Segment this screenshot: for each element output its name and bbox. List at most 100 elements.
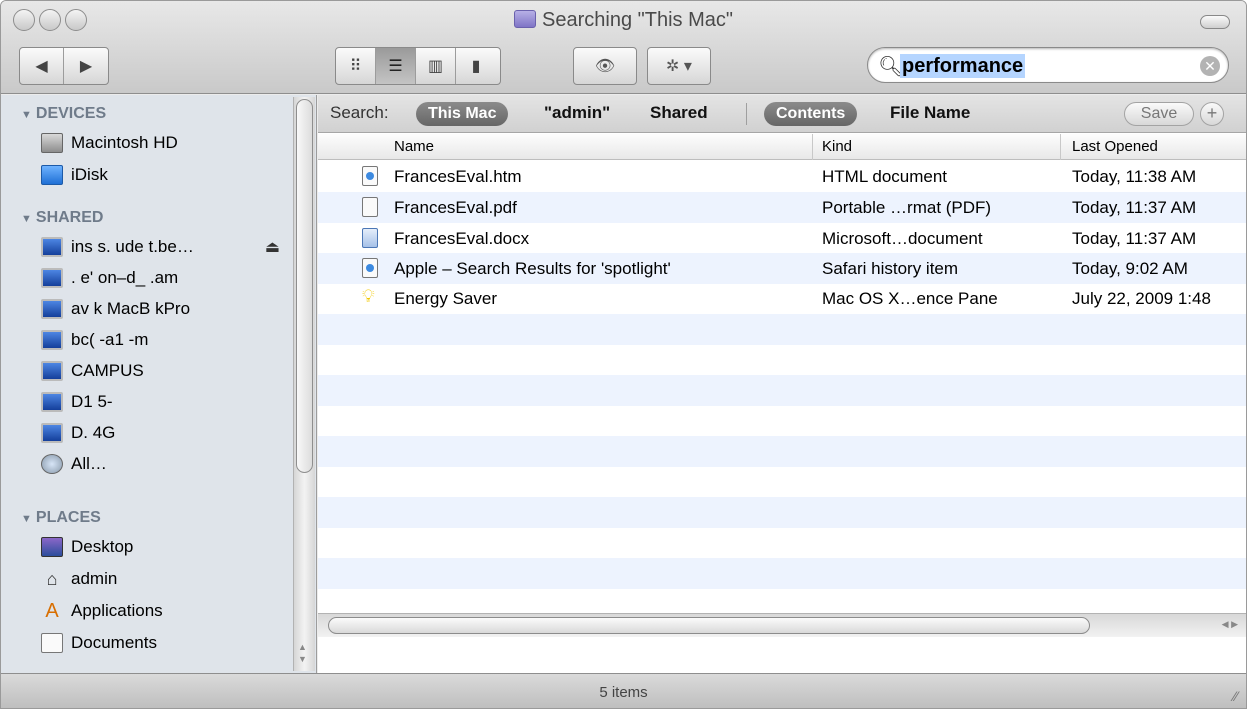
sidebar-scrollbar[interactable]: ▲ ▼	[293, 97, 315, 671]
column-view-button[interactable]: ▥	[416, 48, 456, 84]
sidebar-item-label: admin	[71, 569, 118, 588]
toolbar-toggle-button[interactable]	[1200, 15, 1230, 29]
sidebar-item-idisk[interactable]: iDisk	[41, 161, 108, 189]
scroll-arrows-icon[interactable]: ▲ ▼	[298, 641, 307, 665]
list-view-icon: ☰	[388, 58, 403, 75]
horizontal-scrollbar[interactable]: ◀ ▶	[318, 613, 1246, 637]
list-view-button[interactable]: ☰	[376, 48, 416, 84]
column-kind[interactable]: Kind	[822, 138, 852, 155]
resize-grip-icon[interactable]: ⁄⁄	[1233, 688, 1238, 704]
toolbar: Searching "This Mac" ◀ ▶ ⠿ ☰ ▥ ▮ 👁 ✲ ▾ 🔍…	[1, 1, 1246, 94]
file-kind: Mac OS X…ence Pane	[822, 289, 998, 308]
disclosure-triangle-icon: ▼	[21, 213, 32, 225]
sidebar-item-shared-2[interactable]: . e' on–d_ .am	[41, 264, 178, 292]
table-row[interactable]: FrancesEval.pdf Portable …rmat (PDF) Tod…	[318, 192, 1246, 223]
sidebar-item-shared-6[interactable]: D1 5-	[41, 388, 113, 416]
icon-view-button[interactable]: ⠿	[336, 48, 376, 84]
window-title: Searching "This Mac"	[542, 9, 733, 31]
column-separator[interactable]	[812, 134, 813, 160]
sidebar-section-devices[interactable]: ▼ DEVICES	[21, 105, 106, 123]
coverflow-view-icon: ▮	[471, 58, 481, 75]
sidebar-scroll-thumb[interactable]	[296, 99, 313, 473]
save-search-button[interactable]: Save	[1124, 102, 1194, 126]
forward-button[interactable]: ▶	[64, 48, 108, 84]
sidebar-section-shared[interactable]: ▼ SHARED	[21, 209, 103, 227]
sidebar-item-shared-5[interactable]: CAMPUS	[41, 357, 144, 385]
sidebar-item-label: . e' on–d_ .am	[71, 268, 179, 287]
smart-folder-icon	[514, 10, 537, 28]
sidebar-item-applications[interactable]: A Applications	[41, 597, 163, 625]
search-scope-label: Search:	[330, 103, 389, 122]
sidebar-item-label: Documents	[71, 633, 157, 652]
scope-contents[interactable]: Contents	[764, 102, 858, 126]
back-button[interactable]: ◀	[20, 48, 64, 84]
sidebar-item-label: av k MacB kPro	[71, 299, 191, 318]
sidebar-item-label: Desktop	[71, 537, 134, 556]
gear-icon: ✲ ▾	[666, 58, 692, 75]
coverflow-view-button[interactable]: ▮	[456, 48, 496, 84]
scope-admin[interactable]: "admin"	[544, 103, 610, 123]
finder-window: Searching "This Mac" ◀ ▶ ⠿ ☰ ▥ ▮ 👁 ✲ ▾ 🔍…	[0, 0, 1247, 709]
computer-icon	[41, 299, 63, 319]
scope-shared[interactable]: Shared	[650, 103, 708, 123]
sidebar: ▼ DEVICES Macintosh HD iDisk ▼ SHARED ins …	[1, 95, 317, 673]
table-row[interactable]: 💡︎ Energy Saver Mac OS X…ence Pane July …	[318, 283, 1246, 314]
table-row[interactable]: FrancesEval.htm HTML document Today, 11:…	[318, 161, 1246, 192]
column-last-opened[interactable]: Last Opened	[1072, 138, 1158, 155]
horizontal-scroll-thumb[interactable]	[328, 617, 1090, 634]
item-count: 5 items	[599, 684, 648, 701]
disclosure-triangle-icon: ▼	[21, 513, 32, 525]
word-file-icon	[362, 228, 378, 248]
row-stripe	[318, 558, 1246, 589]
eject-icon[interactable]: ⏏	[265, 237, 280, 257]
sidebar-item-label: bc( -a1 -m	[71, 330, 149, 349]
file-kind: Safari history item	[822, 259, 959, 278]
computer-icon	[41, 237, 63, 257]
idisk-icon	[41, 165, 63, 185]
sidebar-item-all-shared[interactable]: All…	[41, 450, 107, 478]
clear-search-icon[interactable]: ✕	[1200, 56, 1220, 76]
table-row[interactable]: FrancesEval.docx Microsoft…document Toda…	[318, 223, 1246, 254]
sidebar-item-label: Applications	[71, 601, 163, 620]
back-forward-control: ◀ ▶	[19, 47, 109, 85]
file-name: FrancesEval.htm	[394, 167, 522, 186]
sidebar-item-admin[interactable]: ⌂ admin	[41, 565, 118, 593]
file-last-opened: Today, 11:37 AM	[1072, 229, 1197, 248]
search-scope-bar: Search: This Mac "admin" Shared Contents…	[318, 95, 1246, 133]
file-kind: HTML document	[822, 167, 948, 186]
sidebar-section-places[interactable]: ▼ PLACES	[21, 509, 101, 527]
row-stripe	[318, 375, 1246, 406]
sidebar-item-shared-4[interactable]: bc( -a1 -m	[41, 326, 148, 354]
computer-icon	[41, 392, 63, 412]
column-separator[interactable]	[1060, 134, 1061, 160]
pdf-file-icon	[362, 197, 378, 217]
search-field[interactable]: 🔍︎ performance ✕	[867, 47, 1229, 83]
scope-this-mac[interactable]: This Mac	[416, 102, 509, 126]
row-stripe	[318, 436, 1246, 467]
forward-arrow-icon: ▶	[79, 58, 93, 75]
file-name: FrancesEval.pdf	[394, 198, 517, 217]
scroll-arrows-icon[interactable]: ◀ ▶	[1222, 619, 1238, 630]
sidebar-item-desktop[interactable]: Desktop	[41, 533, 133, 561]
column-name[interactable]: Name	[394, 138, 434, 155]
sidebar-item-shared-7[interactable]: D. 4G	[41, 419, 115, 447]
results-pane: Search: This Mac "admin" Shared Contents…	[318, 95, 1246, 673]
file-last-opened: July 22, 2009 1:48	[1072, 289, 1211, 308]
sidebar-item-shared-3[interactable]: av k MacB kPro	[41, 295, 190, 323]
row-stripe	[318, 314, 1246, 345]
add-criteria-button[interactable]: +	[1200, 102, 1224, 126]
sidebar-item-macintosh-hd[interactable]: Macintosh HD	[41, 129, 178, 157]
eye-icon: 👁	[594, 58, 616, 75]
computer-icon	[41, 268, 63, 288]
scope-file-name[interactable]: File Name	[890, 103, 970, 123]
results-list: FrancesEval.htm HTML document Today, 11:…	[318, 161, 1246, 613]
back-arrow-icon: ◀	[35, 58, 48, 75]
table-row[interactable]: Apple – Search Results for 'spotlight' S…	[318, 253, 1246, 284]
search-input-value[interactable]: performance	[900, 54, 1026, 78]
action-menu-button[interactable]: ✲ ▾	[647, 47, 711, 85]
sidebar-item-shared-1[interactable]: ins s. ude t.be…	[41, 233, 194, 261]
row-stripe	[318, 497, 1246, 528]
sidebar-item-documents[interactable]: Documents	[41, 629, 157, 657]
quick-look-button[interactable]: 👁	[573, 47, 637, 85]
view-mode-control: ⠿ ☰ ▥ ▮	[335, 47, 501, 85]
